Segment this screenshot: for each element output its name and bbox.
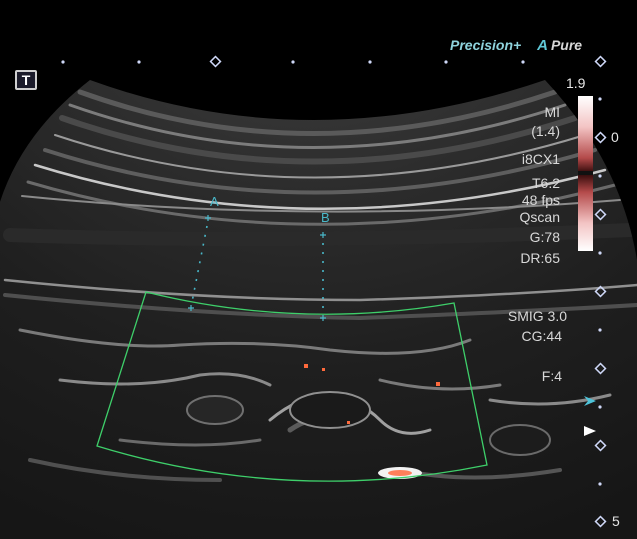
depth-scale-bottom-value: 5 [612, 513, 620, 529]
brand-pure: Pure [550, 37, 583, 53]
gain-label: G:78 [529, 229, 560, 245]
focus-label: F:4 [541, 368, 562, 384]
mi-value: (1.4) [531, 123, 560, 139]
color-scale-top-value: 1.9 [566, 75, 586, 91]
probe-label: i8CX1 [521, 151, 560, 167]
text-annotation-marker[interactable]: T [15, 70, 37, 90]
mi-label: MI [544, 104, 560, 120]
brand-plus: + [513, 37, 522, 53]
brand-precision: Precision [450, 37, 514, 53]
color-gain-label: CG:44 [521, 328, 562, 344]
brand-a: A [537, 37, 548, 54]
color-scale-mid-value: 0 [611, 129, 619, 145]
dynamic-range-label: DR:65 [520, 250, 560, 266]
color-scale-center [578, 171, 593, 175]
caliper-b-label: B [321, 210, 330, 225]
tis-label: T6.2 [531, 175, 560, 191]
ultrasound-image [0, 55, 637, 539]
fps-label: 48 fps [521, 192, 560, 208]
qscan-label: Qscan [519, 209, 560, 225]
smig-label: SMIG 3.0 [507, 308, 567, 324]
top-marker-row [61, 55, 607, 68]
caliper-a-label: A [210, 194, 219, 209]
brand-label: Precision+ A Pure [450, 37, 582, 54]
